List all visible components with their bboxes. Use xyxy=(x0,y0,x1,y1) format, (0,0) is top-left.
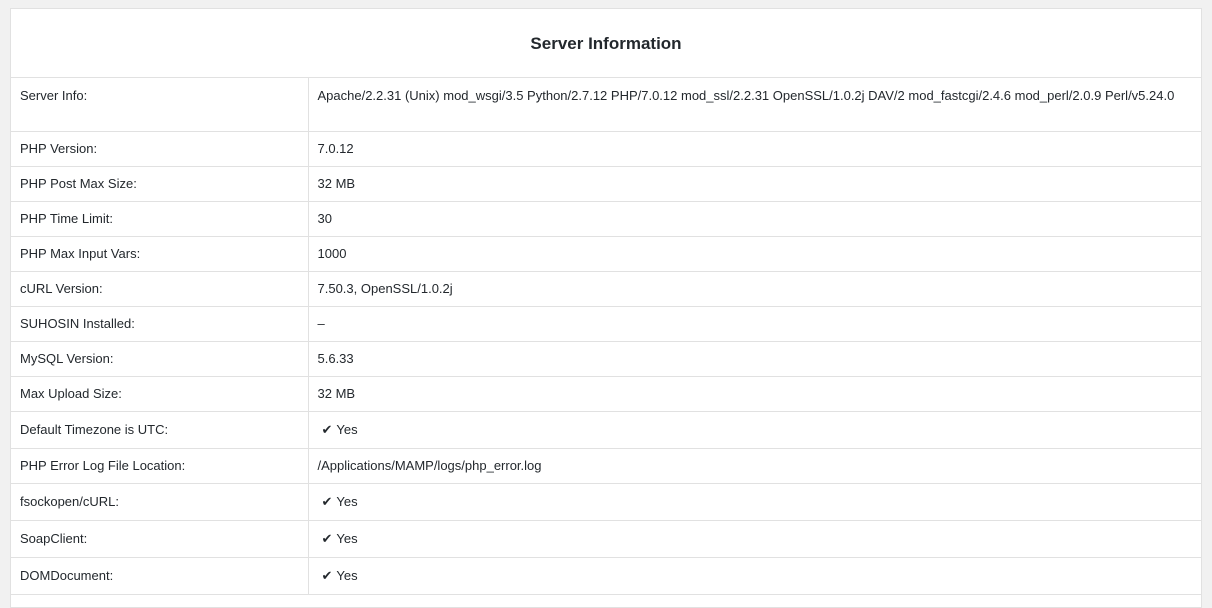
table-row-php-max-input-vars: PHP Max Input Vars: 1000 xyxy=(11,236,1201,272)
row-label: cURL Version: xyxy=(11,271,309,307)
row-value: 32 MB xyxy=(308,376,1201,412)
row-label: Max Upload Size: xyxy=(11,376,309,412)
row-value: 5.6.33 xyxy=(308,341,1201,377)
table-row-mysql-version: MySQL Version: 5.6.33 xyxy=(11,341,1201,377)
checkmark-icon: ✔ xyxy=(321,567,333,583)
row-label: PHP Version: xyxy=(11,131,309,167)
row-value: – xyxy=(308,306,1201,342)
panel-title: Server Information xyxy=(530,34,682,53)
row-label: SUHOSIN Installed: xyxy=(11,306,309,342)
table-row-php-post-max-size: PHP Post Max Size: 32 MB xyxy=(11,166,1201,202)
table-row-server-info: Server Info: Apache/2.2.31 (Unix) mod_ws… xyxy=(11,78,1201,132)
row-label: PHP Post Max Size: xyxy=(11,166,309,202)
row-label: Default Timezone is UTC: xyxy=(11,411,309,449)
table-row-max-upload-size: Max Upload Size: 32 MB xyxy=(11,376,1201,412)
status-yes: Yes xyxy=(336,567,358,583)
row-value: ✔ Yes xyxy=(308,557,1201,595)
row-label: PHP Max Input Vars: xyxy=(11,236,309,272)
table-row-php-error-log: PHP Error Log File Location: /Applicatio… xyxy=(11,448,1201,484)
table-row-suhosin-installed: SUHOSIN Installed: – xyxy=(11,306,1201,342)
status-yes: Yes xyxy=(336,493,358,509)
table-row-default-timezone: Default Timezone is UTC: ✔ Yes xyxy=(11,411,1201,449)
table-row-curl-version: cURL Version: 7.50.3, OpenSSL/1.0.2j xyxy=(11,271,1201,307)
status-yes: Yes xyxy=(336,421,358,437)
table-row-fsockopen-curl: fsockopen/cURL: ✔ Yes xyxy=(11,483,1201,521)
row-label: PHP Error Log File Location: xyxy=(11,448,309,484)
row-value: ✔ Yes xyxy=(308,520,1201,558)
row-value: 30 xyxy=(308,201,1201,237)
table-row-domdocument: DOMDocument: ✔ Yes xyxy=(11,557,1201,595)
row-label: Server Info: xyxy=(11,78,309,132)
table-row-php-time-limit: PHP Time Limit: 30 xyxy=(11,201,1201,237)
row-value: 7.0.12 xyxy=(308,131,1201,167)
row-value: 1000 xyxy=(308,236,1201,272)
row-value: ✔ Yes xyxy=(308,483,1201,521)
row-label: fsockopen/cURL: xyxy=(11,483,309,521)
row-value: 32 MB xyxy=(308,166,1201,202)
checkmark-icon: ✔ xyxy=(321,421,333,437)
server-info-table: Server Info: Apache/2.2.31 (Unix) mod_ws… xyxy=(11,78,1201,595)
status-yes: Yes xyxy=(336,530,358,546)
checkmark-icon: ✔ xyxy=(321,530,333,546)
row-label: PHP Time Limit: xyxy=(11,201,309,237)
row-label: DOMDocument: xyxy=(11,557,309,595)
panel-header: Server Information xyxy=(11,9,1201,78)
row-label: SoapClient: xyxy=(11,520,309,558)
row-label: MySQL Version: xyxy=(11,341,309,377)
server-information-panel: Server Information Server Info: Apache/2… xyxy=(10,8,1202,608)
row-value: Apache/2.2.31 (Unix) mod_wsgi/3.5 Python… xyxy=(308,78,1201,132)
table-row-soapclient: SoapClient: ✔ Yes xyxy=(11,520,1201,558)
table-row-php-version: PHP Version: 7.0.12 xyxy=(11,131,1201,167)
row-value: /Applications/MAMP/logs/php_error.log xyxy=(308,448,1201,484)
checkmark-icon: ✔ xyxy=(321,493,333,509)
row-value: ✔ Yes xyxy=(308,411,1201,449)
row-value: 7.50.3, OpenSSL/1.0.2j xyxy=(308,271,1201,307)
